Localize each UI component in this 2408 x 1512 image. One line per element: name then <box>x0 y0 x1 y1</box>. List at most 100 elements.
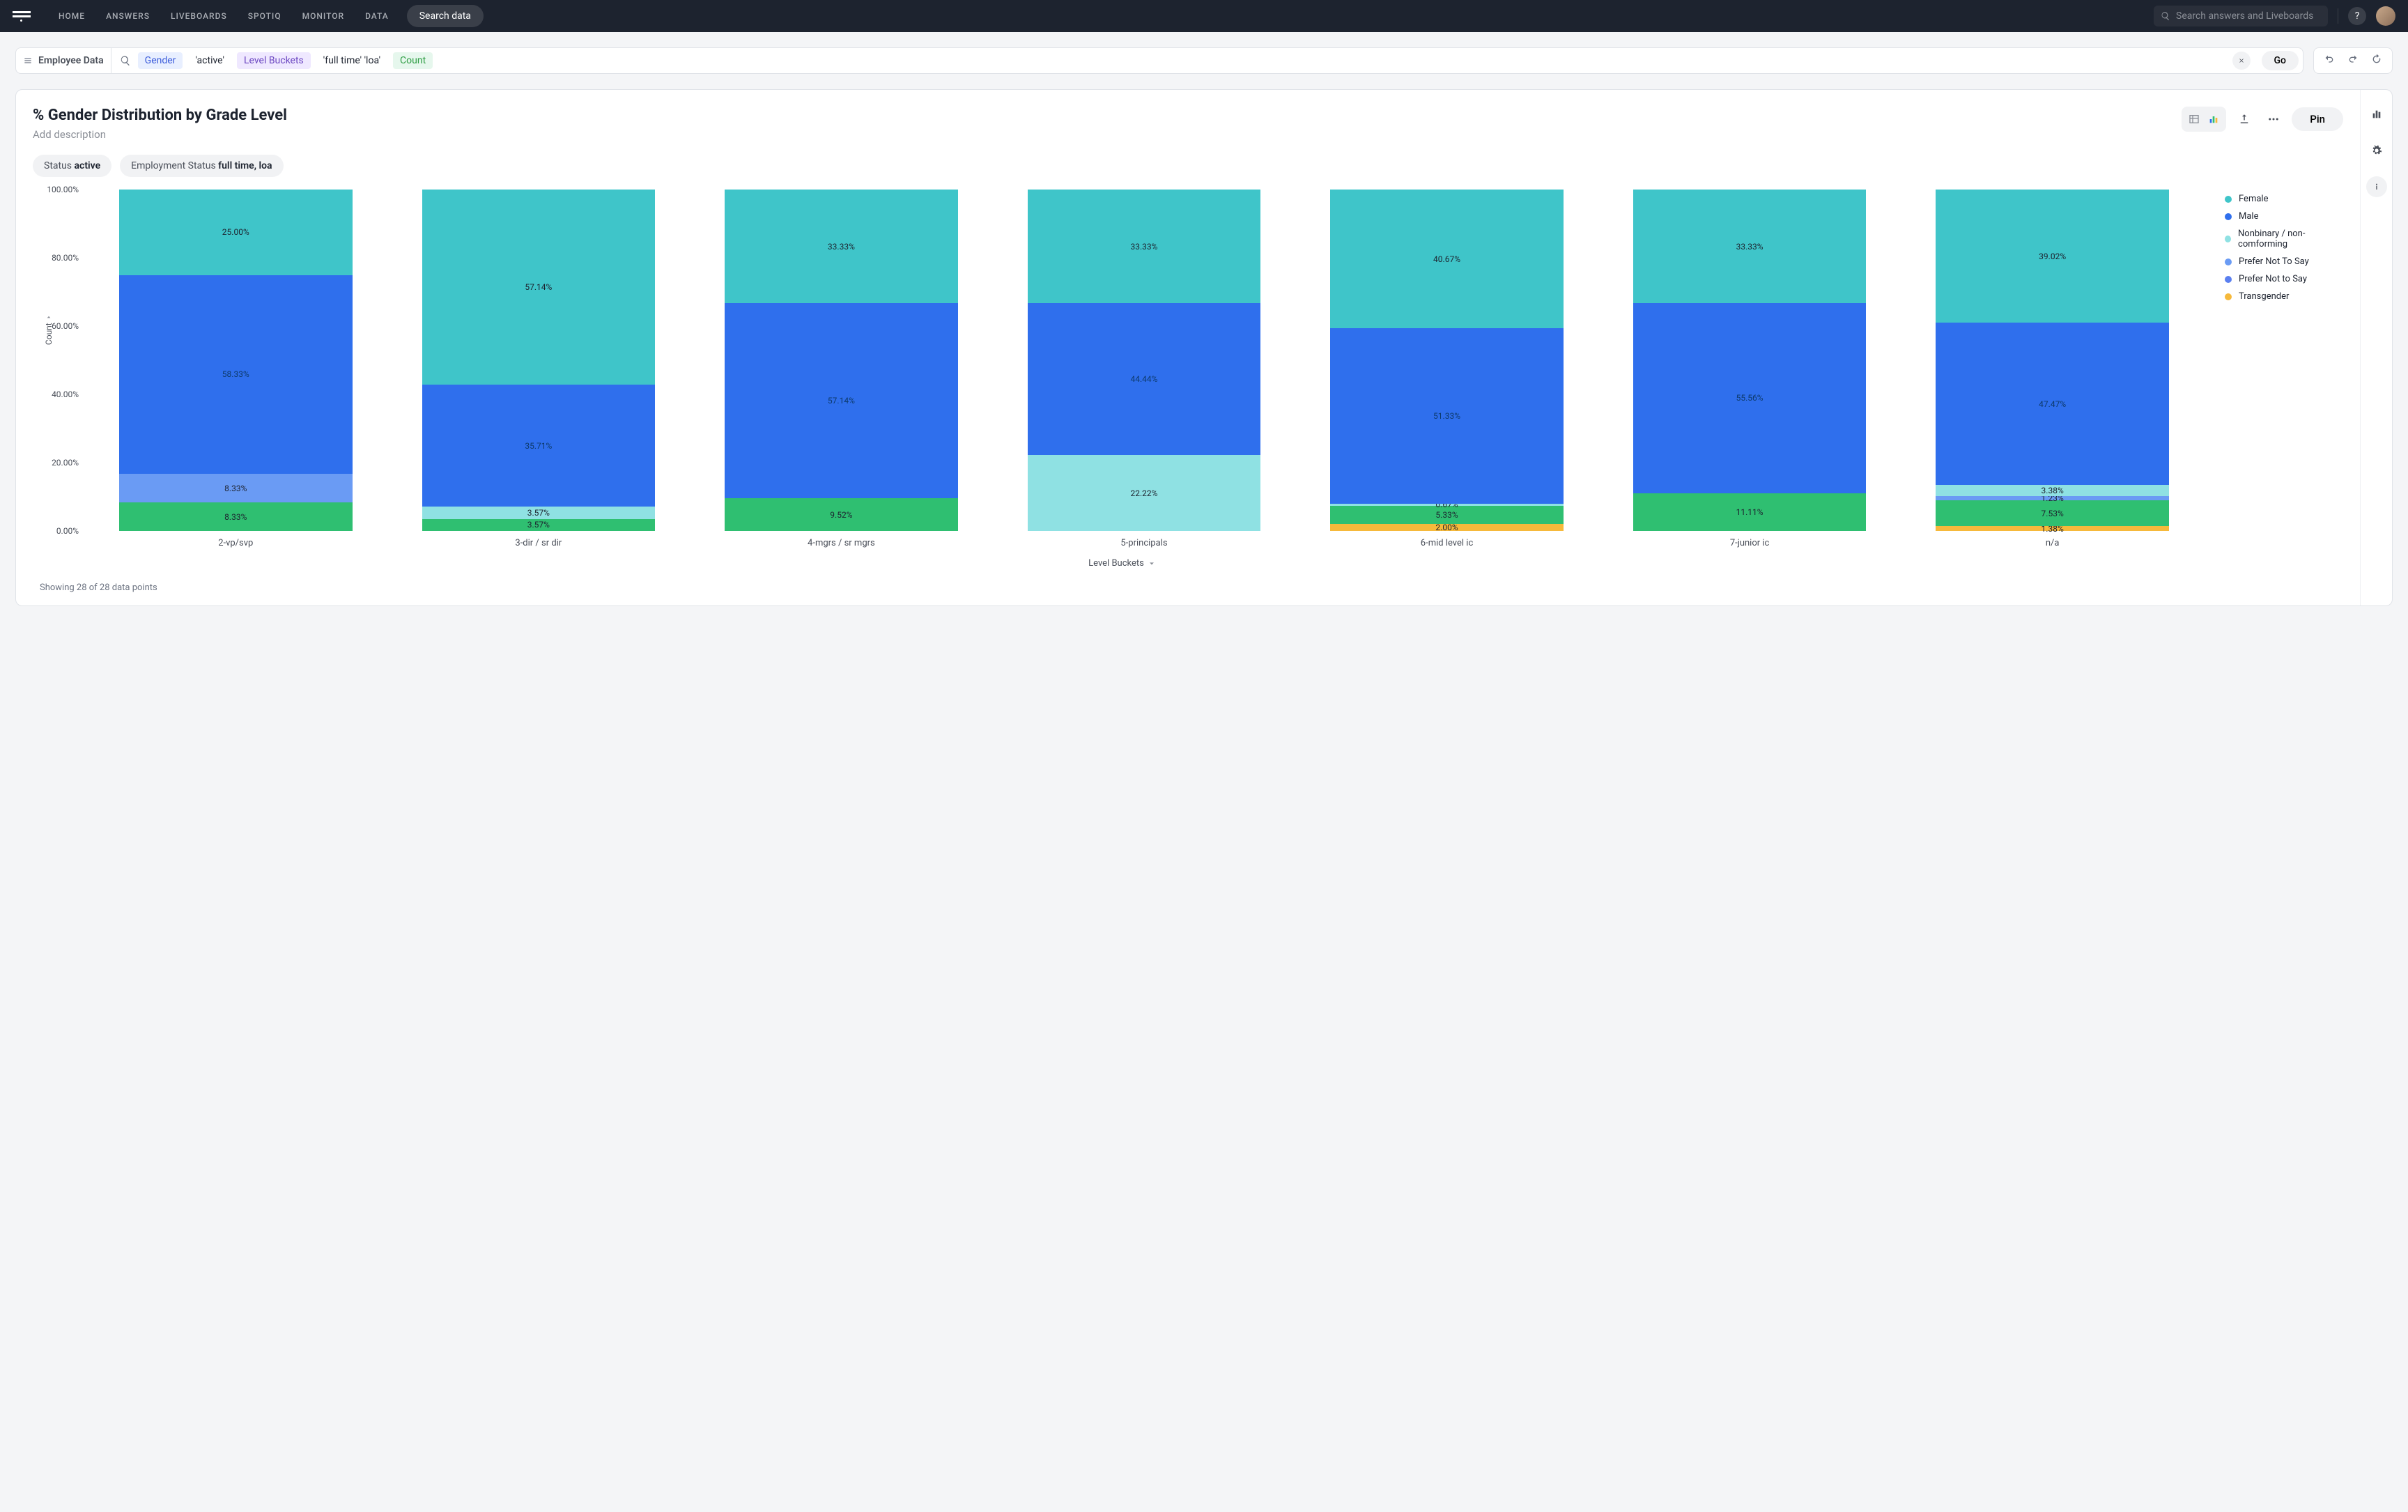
panel-title[interactable]: % Gender Distribution by Grade Level <box>33 107 287 124</box>
bar-segment[interactable]: 33.33% <box>1028 190 1261 303</box>
chart-view-button[interactable] <box>2204 109 2223 129</box>
search-box[interactable]: Employee Data Gender 'active' Level Buck… <box>15 47 2303 74</box>
chart-config-button[interactable] <box>2366 104 2387 125</box>
x-axis-ticks: 2-vp/svp3-dir / sr dir4-mgrs / sr mgrs5-… <box>84 538 2204 548</box>
chart-bars: 8.33%8.33%58.33%25.00%3.57%3.57%35.71%57… <box>84 190 2204 531</box>
bar-segment[interactable]: 39.02% <box>1936 190 2169 323</box>
y-tick: 0.00% <box>56 526 79 536</box>
bar-segment[interactable]: 55.56% <box>1633 303 1867 493</box>
bar-column[interactable]: 2.00% 5.33% 0.67% 51.33% 40.67% <box>1330 190 1564 531</box>
bar-segment[interactable]: 35.71% <box>422 385 656 507</box>
chart-footnote: Showing 28 of 28 data points <box>40 583 2343 593</box>
bar-segment-label: 3.57% <box>527 508 550 518</box>
bar-column[interactable]: 8.33%8.33%58.33%25.00% <box>119 190 353 531</box>
bar-segment[interactable]: 11.11% <box>1633 493 1867 531</box>
token-level-buckets[interactable]: Level Buckets <box>237 52 311 69</box>
info-button[interactable] <box>2366 176 2387 197</box>
token-count[interactable]: Count <box>393 52 433 69</box>
pin-button[interactable]: Pin <box>2292 107 2343 131</box>
bar-segment[interactable]: 44.44% <box>1028 303 1261 455</box>
x-tick: 2-vp/svp <box>119 538 353 548</box>
filter-status-value: active <box>75 160 101 171</box>
bar-segment[interactable]: 0.67% <box>1330 504 1564 506</box>
datasource-pill[interactable]: Employee Data <box>23 48 111 73</box>
panel-description[interactable]: Add description <box>33 128 287 141</box>
bar-column[interactable]: 22.22% 44.44% 33.33% <box>1028 190 1261 531</box>
bar-segment[interactable]: 51.33% <box>1330 328 1564 504</box>
bar-segment[interactable]: 8.33% <box>119 502 353 531</box>
nav-monitor[interactable]: MONITOR <box>302 11 344 21</box>
bar-segment[interactable]: 57.14% <box>725 303 958 498</box>
top-nav: HOME ANSWERS LIVEBOARDS SPOTIQ MONITOR D… <box>0 0 2408 32</box>
x-tick: 7-junior ic <box>1633 538 1867 548</box>
bar-segment-label: 5.33% <box>1435 510 1458 520</box>
bar-segment[interactable]: 9.52% <box>725 498 958 531</box>
nav-spotiq[interactable]: SPOTIQ <box>248 11 281 21</box>
settings-button[interactable] <box>2366 140 2387 161</box>
bar-segment-label: 47.47% <box>2039 399 2066 409</box>
help-button[interactable]: ? <box>2348 7 2366 25</box>
filter-employment-status[interactable]: Employment Status full time, loa <box>120 155 283 177</box>
filter-status[interactable]: Status active <box>33 155 111 177</box>
legend-item[interactable]: Male <box>2225 211 2343 222</box>
search-row: Employee Data Gender 'active' Level Buck… <box>15 47 2393 74</box>
avatar[interactable] <box>2376 6 2395 26</box>
bar-segment[interactable]: 40.67% <box>1330 190 1564 328</box>
redo-button[interactable] <box>2347 54 2359 68</box>
bar-segment[interactable]: 33.33% <box>1633 190 1867 303</box>
bar-segment[interactable]: 3.57% <box>422 507 656 518</box>
bar-column[interactable]: 9.52%57.14%33.33% <box>725 190 958 531</box>
bar-segment[interactable]: 47.47% <box>1936 323 2169 485</box>
token-fulltime-loa[interactable]: 'full time' 'loa' <box>316 52 387 69</box>
nav-data[interactable]: DATA <box>365 11 389 21</box>
bar-segment[interactable]: 1.38% <box>1936 526 2169 531</box>
logo-icon[interactable] <box>13 7 31 25</box>
filter-status-label: Status <box>44 160 75 171</box>
legend-item[interactable]: Transgender <box>2225 291 2343 302</box>
legend-item[interactable]: Prefer Not To Say <box>2225 256 2343 267</box>
token-active[interactable]: 'active' <box>188 52 231 69</box>
database-icon <box>23 56 33 65</box>
bar-segment[interactable]: 2.00% <box>1330 524 1564 531</box>
bar-segment[interactable]: 25.00% <box>119 190 353 275</box>
undo-button[interactable] <box>2324 54 2335 68</box>
y-axis-ticks: 0.00%20.00%40.00%60.00%80.00%100.00% <box>37 190 79 531</box>
bar-segment[interactable]: 3.57% <box>422 519 656 531</box>
chevron-down-icon <box>1148 560 1155 567</box>
bar-segment-label: 44.44% <box>1130 374 1157 384</box>
reset-button[interactable] <box>2371 54 2382 68</box>
bar-segment-label: 51.33% <box>1433 411 1460 421</box>
more-icon <box>2267 113 2280 125</box>
bar-segment[interactable]: 58.33% <box>119 275 353 475</box>
nav-answers[interactable]: ANSWERS <box>106 11 150 21</box>
export-button[interactable] <box>2233 108 2255 130</box>
nav-liveboards[interactable]: LIVEBOARDS <box>171 11 227 21</box>
bar-segment[interactable]: 8.33% <box>119 474 353 502</box>
more-button[interactable] <box>2262 108 2285 130</box>
table-view-button[interactable] <box>2184 109 2204 129</box>
bar-segment[interactable]: 1.23% <box>1936 496 2169 500</box>
legend-item[interactable]: Female <box>2225 194 2343 204</box>
bar-segment[interactable]: 33.33% <box>725 190 958 303</box>
bar-column[interactable]: 1.38%7.53%1.23%3.38% 47.47% 39.02% <box>1936 190 2169 531</box>
token-gender[interactable]: Gender <box>138 52 183 69</box>
bar-column[interactable]: 11.11%55.56% 33.33% <box>1633 190 1867 531</box>
bar-column[interactable]: 3.57%3.57%35.71%57.14% <box>422 190 656 531</box>
answer-panel: % Gender Distribution by Grade Level Add… <box>15 89 2393 606</box>
go-button[interactable]: Go <box>2262 51 2299 70</box>
bar-chart-icon <box>2371 109 2382 120</box>
search-data-button[interactable]: Search data <box>407 5 484 27</box>
bar-segment[interactable]: 22.22% <box>1028 455 1261 531</box>
legend-item[interactable]: Prefer Not to Say <box>2225 274 2343 284</box>
global-search-input[interactable]: Search answers and Liveboards <box>2154 6 2328 26</box>
legend-item[interactable]: Nonbinary / non-comforming <box>2225 229 2343 249</box>
nav-home[interactable]: HOME <box>59 11 85 21</box>
bar-segment-label: 57.14% <box>525 282 552 292</box>
bar-segment[interactable]: 3.38% <box>1936 485 2169 497</box>
bar-segment[interactable]: 57.14% <box>422 190 656 385</box>
bar-chart-icon <box>2208 114 2219 125</box>
clear-search-button[interactable] <box>2232 52 2251 70</box>
bar-segment-label: 33.33% <box>1736 242 1763 252</box>
bar-segment[interactable]: 7.53% <box>1936 500 2169 526</box>
x-axis-label[interactable]: Level Buckets <box>33 558 2211 569</box>
